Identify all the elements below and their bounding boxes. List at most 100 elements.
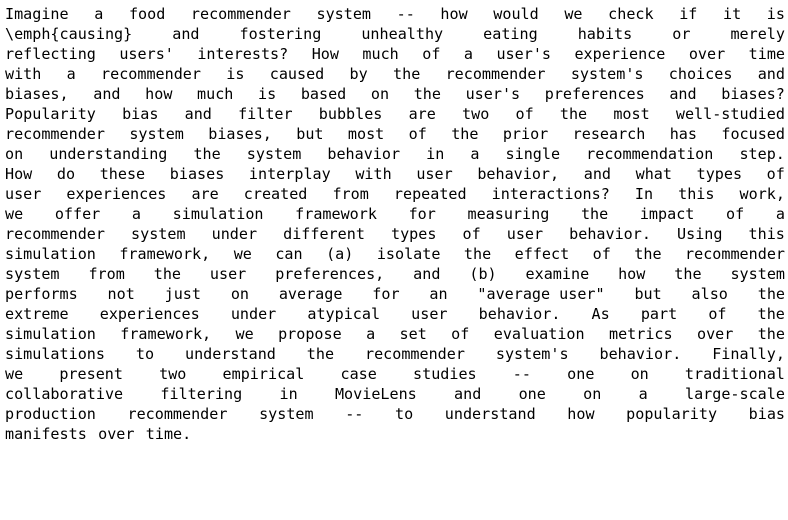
text-word: biases, (208, 125, 272, 143)
text-word: over (696, 325, 734, 343)
text-line: production recommender system -- to understan… (5, 404, 785, 424)
text-word: the (757, 325, 785, 343)
text-word: of (408, 125, 427, 143)
text-word: created (243, 185, 308, 203)
text-line: simulations to understand the recommender sys… (5, 344, 785, 364)
text-word: is (226, 65, 245, 83)
text-word: much (197, 85, 234, 103)
text-line: How do these biases interplay with user behavio… (5, 164, 785, 184)
text-word: is (766, 5, 785, 23)
text-word: and (669, 85, 697, 103)
text-word: can (275, 245, 303, 263)
text-word: understanding (49, 145, 168, 163)
text-word: (a) (326, 245, 354, 263)
text-word: behavior. (569, 225, 651, 243)
text-word: average (278, 285, 343, 303)
text-word: time. (145, 425, 192, 443)
text-word: the (306, 345, 335, 363)
text-line: we offer a simulation framework for measuring t… (5, 204, 785, 224)
text-word: (b) (469, 265, 497, 283)
text-word: framework, (119, 245, 211, 263)
text-word: are (191, 185, 219, 203)
text-word: how (618, 265, 646, 283)
text-word: is (258, 85, 277, 103)
text-word: framework, (120, 325, 212, 343)
text-word: user's (496, 45, 551, 63)
text-word: or (672, 25, 691, 43)
text-word: -- (512, 365, 531, 383)
text-word: a (131, 205, 141, 223)
text-word: single (505, 145, 561, 163)
text-word: impact (639, 205, 695, 223)
text-word: we (233, 245, 252, 263)
text-word: on (370, 85, 390, 103)
text-word: system's (495, 345, 569, 363)
text-word: under (211, 225, 258, 243)
text-word: one (518, 385, 546, 403)
text-word: user's (465, 85, 521, 103)
text-line: reflecting users' interests? How much of a user… (5, 44, 785, 64)
text-word: the (757, 285, 785, 303)
text-line: manifests over time. (5, 424, 785, 444)
text-word: and (583, 165, 611, 183)
text-word: propose (278, 325, 342, 343)
text-line: system from the user preferences, and (b) exami… (5, 264, 785, 284)
text-word: recommender (5, 125, 105, 143)
text-line: collaborative filtering in MovieLens and one o… (5, 384, 785, 404)
text-word: of (451, 325, 470, 343)
text-word: most (347, 125, 385, 143)
text-word: of (515, 105, 534, 123)
text-word: and (172, 25, 200, 43)
text-word: \emph{causing} (5, 25, 133, 43)
text-word: production (5, 405, 96, 423)
text-word: system (259, 405, 314, 423)
text-word: and (413, 265, 441, 283)
text-word: preferences (544, 85, 645, 103)
text-word: prior (502, 125, 549, 143)
text-line: with a recommender is caused by the recommender… (5, 64, 785, 84)
text-word: would (493, 5, 539, 23)
text-word: evaluation (493, 325, 585, 343)
text-line: recommender system biases, but most of the prio… (5, 124, 785, 144)
text-word: system (5, 265, 60, 283)
text-word: just (164, 285, 201, 303)
text-word: How (311, 45, 339, 63)
text-word: offer (54, 205, 101, 223)
text-line: performs not just on average for an "average us… (5, 284, 785, 304)
text-word: the (193, 145, 221, 163)
text-word: biases, (5, 85, 69, 103)
text-word: recommender (5, 225, 105, 243)
text-word: in (279, 385, 298, 403)
text-word: food (128, 5, 166, 23)
text-word: the (559, 105, 588, 123)
text-word: to (135, 345, 155, 363)
abstract-paragraph: Imagine a food recommender system -- how would w… (5, 4, 785, 444)
text-word: present (59, 365, 123, 383)
text-word: not (107, 285, 135, 303)
text-word: isolate (376, 245, 441, 263)
text-word: simulation (172, 205, 264, 223)
text-word: and (454, 385, 482, 403)
text-word: simulation (5, 245, 96, 263)
text-word: a (366, 325, 376, 343)
text-word: MovieLens (334, 385, 417, 403)
text-word: interplay (248, 165, 331, 183)
text-word: examine (525, 265, 590, 283)
text-line: biases, and how much is based on the user's prefe… (5, 84, 785, 104)
text-word: of (592, 245, 611, 263)
text-word: recommendation (586, 145, 714, 163)
text-word: reflecting (5, 45, 96, 63)
text-word: case (340, 365, 377, 383)
text-word: unhealthy (361, 25, 444, 43)
text-word: most (613, 105, 650, 123)
text-word: filter (238, 105, 293, 123)
text-word: in (426, 145, 445, 163)
text-word: a (463, 45, 473, 63)
text-word: over (98, 425, 135, 443)
text-word: on (583, 385, 602, 403)
text-word: also (691, 285, 728, 303)
text-word: extreme (5, 305, 69, 323)
text-word: system (129, 125, 184, 143)
text-line: recommender system under different types of us… (5, 224, 785, 244)
text-word: system (246, 145, 302, 163)
